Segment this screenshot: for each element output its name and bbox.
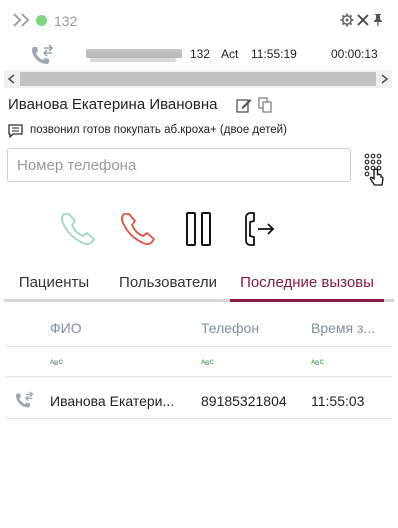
dialpad-icon[interactable] — [362, 150, 388, 190]
call-transfer-icon — [16, 391, 34, 408]
filter-abc-icon[interactable]: A B C — [201, 356, 215, 366]
edit-icon[interactable] — [236, 97, 252, 113]
svg-text:C: C — [210, 360, 215, 366]
transfer-call-button[interactable] — [238, 206, 282, 252]
pin-icon[interactable] — [372, 13, 384, 27]
answer-call-button[interactable] — [56, 206, 100, 252]
call-extension: 132 — [190, 47, 211, 61]
header-divider — [6, 346, 392, 347]
filter-abc-icon[interactable]: A B C — [311, 356, 325, 366]
call-state: Act — [221, 47, 239, 61]
title-bar: 132 — [0, 0, 398, 40]
gear-icon[interactable] — [340, 13, 354, 27]
row-time: 11:55:03 — [311, 393, 365, 409]
call-duration: 00:00:13 — [331, 47, 378, 61]
horizontal-scrollbar[interactable] — [4, 70, 392, 88]
row-divider — [6, 418, 392, 419]
tab-patients[interactable]: Пациенты — [4, 266, 104, 302]
online-status-dot — [36, 15, 47, 26]
svg-text:C: C — [320, 360, 325, 366]
close-icon[interactable] — [356, 13, 370, 27]
copy-icon[interactable] — [258, 97, 272, 113]
row-phone: 89185321804 — [201, 393, 287, 409]
scroll-right-arrow-icon[interactable] — [379, 74, 389, 84]
call-start-time: 11:55:19 — [251, 47, 297, 61]
column-header-time[interactable]: Время з... — [311, 320, 387, 336]
filter-divider — [6, 376, 392, 377]
filter-abc-icon[interactable]: A B C — [50, 356, 64, 366]
active-call-bar: 132 Act 11:55:19 00:00:13 — [0, 40, 398, 70]
call-comment: позвонил готов покупать аб.кроха+ (двое … — [30, 124, 287, 136]
call-transfer-icon — [32, 44, 54, 64]
column-header-phone[interactable]: Телефон — [201, 320, 301, 336]
phone-number-input[interactable] — [7, 148, 351, 182]
expand-chevrons-icon[interactable] — [12, 12, 32, 28]
scroll-left-arrow-icon[interactable] — [7, 74, 17, 84]
row-name: Иванова Екатери... — [50, 393, 175, 409]
hangup-call-button[interactable] — [116, 206, 160, 252]
tab-recent-calls[interactable]: Последние вызовы — [230, 266, 384, 302]
column-header-name[interactable]: ФИО — [50, 320, 190, 336]
hold-call-button[interactable] — [178, 206, 222, 252]
svg-text:C: C — [59, 360, 64, 366]
extension-number: 132 — [54, 13, 78, 29]
scrollbar-thumb[interactable] — [20, 72, 376, 86]
contact-name: Иванова Екатерина Ивановна — [8, 96, 218, 113]
comment-icon — [8, 124, 23, 138]
tab-users[interactable]: Пользователи — [108, 266, 228, 302]
masked-phone-number — [86, 49, 182, 62]
tab-bar: Пациенты Пользователи Последние вызовы — [4, 266, 394, 302]
